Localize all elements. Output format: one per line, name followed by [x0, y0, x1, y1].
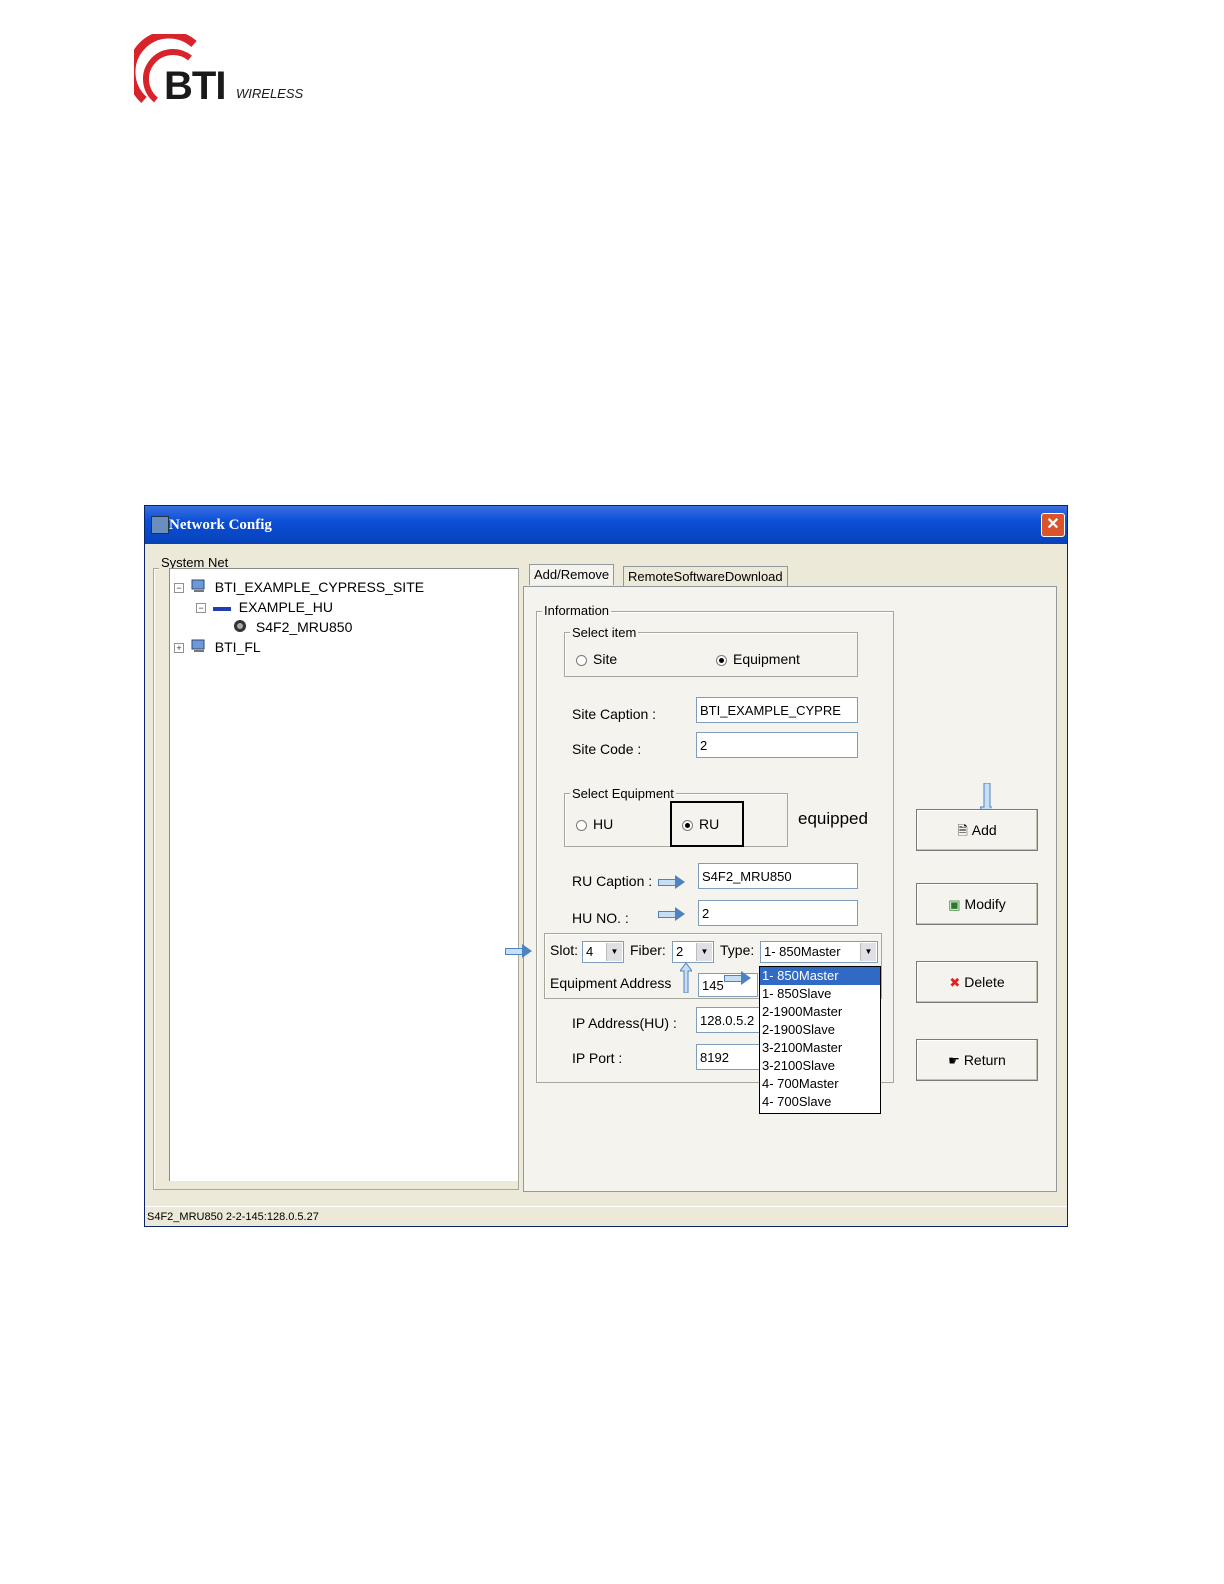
window-title: Network Config	[169, 517, 272, 533]
dropdown-option[interactable]: 4- 700Slave	[760, 1093, 880, 1111]
title-bar[interactable]: Network Config ✕	[145, 506, 1067, 544]
tree-item-btifl[interactable]: + BTI_FL	[174, 637, 261, 657]
fiber-select[interactable]: 2 ▼	[672, 941, 714, 963]
tree-item-label: BTI_FL	[214, 639, 261, 655]
return-button[interactable]: ☛ Return	[916, 1039, 1038, 1081]
arrow-right-icon	[658, 875, 685, 889]
computer-icon	[191, 638, 207, 658]
close-icon: ✕	[1046, 516, 1060, 533]
type-select[interactable]: 1- 850Master ▼	[760, 941, 878, 963]
site-caption-label: Site Caption :	[572, 706, 657, 722]
type-label: Type:	[720, 942, 755, 958]
ru-caption-input[interactable]	[698, 863, 858, 889]
select-item-legend: Select item	[570, 625, 639, 640]
type-dropdown-list[interactable]: 1- 850Master 1- 850Slave 2-1900Master 2-…	[759, 966, 881, 1114]
tree-item-label: BTI_EXAMPLE_CYPRESS_SITE	[214, 579, 425, 595]
dropdown-option[interactable]: 3-2100Slave	[760, 1057, 880, 1075]
ip-address-input[interactable]	[696, 1007, 760, 1033]
equipment-address-label: Equipment Address	[550, 975, 672, 991]
equipped-label: equipped	[798, 809, 868, 828]
network-config-window: Network Config ✕ System Net − BTI_EXAMPL…	[144, 505, 1068, 1227]
slot-select[interactable]: 4 ▼	[582, 941, 624, 963]
ip-port-input[interactable]	[696, 1044, 760, 1070]
arrow-right-icon	[658, 907, 685, 921]
app-icon	[151, 516, 169, 534]
equipment-radio[interactable]: Equipment	[716, 651, 800, 667]
bti-wireless-logo: BTI WIRELESS	[134, 34, 324, 106]
hu-no-input[interactable]	[698, 900, 858, 926]
tree-item-ru[interactable]: S4F2_MRU850	[232, 617, 352, 637]
collapse-icon[interactable]: −	[174, 583, 184, 594]
tree-item-label: EXAMPLE_HU	[238, 599, 333, 615]
ru-device-icon	[232, 618, 248, 638]
ip-port-label: IP Port :	[572, 1050, 623, 1066]
logo-main-text: BTI	[164, 64, 226, 108]
tab-add-remove[interactable]: Add/Remove	[529, 564, 615, 585]
arrow-up-icon	[680, 963, 692, 993]
tree-item-site[interactable]: − BTI_EXAMPLE_CYPRESS_SITE	[174, 577, 424, 597]
ru-radio[interactable]: RU	[682, 816, 719, 832]
computer-icon	[191, 578, 207, 598]
status-text: S4F2_MRU850 2-2-145:128.0.5.27	[147, 1211, 319, 1223]
dropdown-option[interactable]: 3-2100Master	[760, 1039, 880, 1057]
chevron-down-icon: ▼	[696, 943, 712, 961]
hu-no-label: HU NO. :	[572, 910, 629, 926]
ip-address-label: IP Address(HU) :	[572, 1015, 677, 1031]
tab-remote-software-download[interactable]: RemoteSoftwareDownload	[623, 566, 788, 587]
dropdown-option[interactable]: 1- 850Master	[760, 967, 880, 985]
modify-button[interactable]: ▣ Modify	[916, 883, 1038, 925]
tree-item-hu[interactable]: − EXAMPLE_HU	[196, 597, 333, 617]
expand-icon[interactable]: +	[174, 643, 184, 654]
document-icon: 🗎	[957, 823, 968, 838]
delete-icon: ✖	[949, 975, 961, 990]
add-button[interactable]: 🗎 Add	[916, 809, 1038, 851]
tree-item-label: S4F2_MRU850	[255, 619, 353, 635]
delete-button[interactable]: ✖ Delete	[916, 961, 1038, 1003]
hu-device-icon	[212, 598, 231, 618]
edit-icon: ▣	[948, 897, 961, 912]
logo-sub-text: WIRELESS	[236, 86, 304, 101]
system-net-tree[interactable]: − BTI_EXAMPLE_CYPRESS_SITE − EXAMPLE_HU …	[169, 568, 518, 1181]
dropdown-option[interactable]: 1- 850Slave	[760, 985, 880, 1003]
information-legend: Information	[542, 603, 612, 618]
status-bar: S4F2_MRU850 2-2-145:128.0.5.27	[145, 1206, 1067, 1227]
site-code-input[interactable]	[696, 732, 858, 758]
slot-label: Slot:	[550, 942, 579, 958]
ru-caption-label: RU Caption :	[572, 873, 653, 889]
dropdown-option[interactable]: 2-1900Master	[760, 1003, 880, 1021]
site-code-label: Site Code :	[572, 741, 642, 757]
chevron-down-icon: ▼	[860, 943, 876, 961]
arrow-right-icon	[505, 944, 532, 958]
chevron-down-icon: ▼	[606, 943, 622, 961]
site-caption-input[interactable]	[696, 697, 858, 723]
arrow-right-icon	[724, 971, 751, 985]
dropdown-option[interactable]: 2-1900Slave	[760, 1021, 880, 1039]
close-button[interactable]: ✕	[1041, 513, 1065, 537]
select-equipment-legend: Select Equipment	[570, 786, 676, 801]
collapse-icon[interactable]: −	[196, 603, 206, 614]
site-radio[interactable]: Site	[576, 651, 617, 667]
dropdown-option[interactable]: 4- 700Master	[760, 1075, 880, 1093]
fiber-label: Fiber:	[630, 942, 666, 958]
hu-radio[interactable]: HU	[576, 816, 613, 832]
return-icon: ☛	[948, 1053, 960, 1068]
